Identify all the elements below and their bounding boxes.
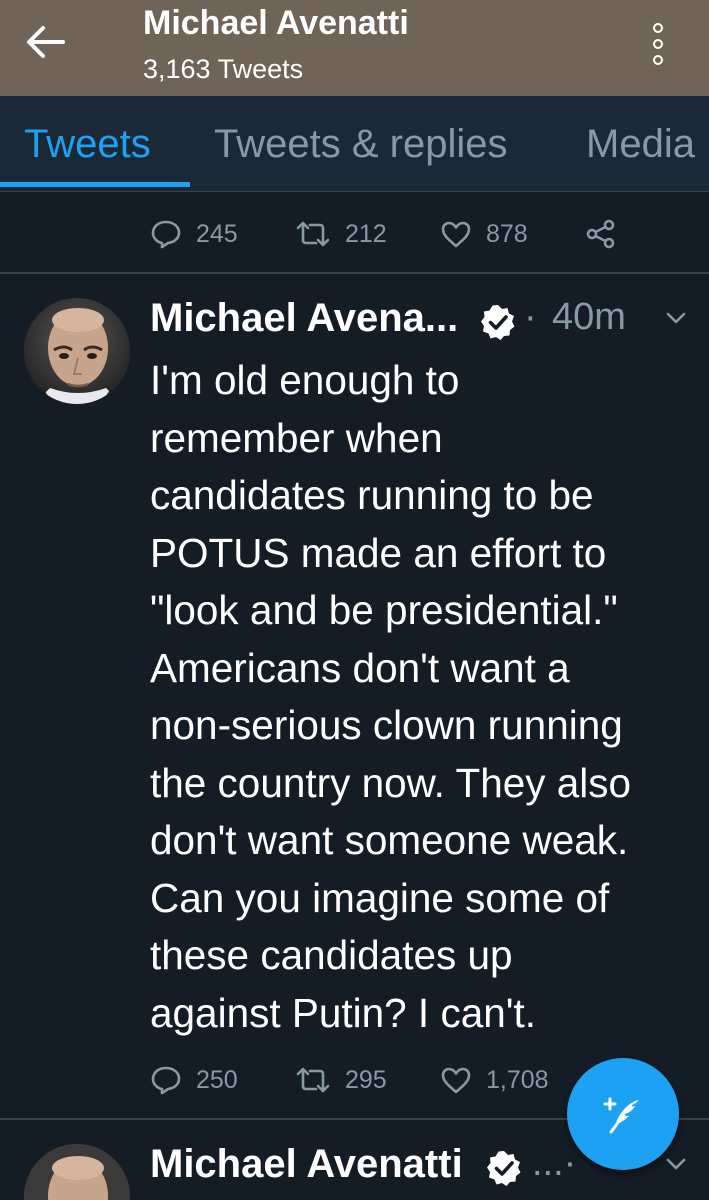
- tweet-count: 3,163 Tweets: [143, 54, 304, 84]
- tweet-divider: [0, 272, 709, 274]
- like-count: 878: [486, 219, 528, 248]
- back-button[interactable]: [18, 20, 72, 64]
- tweet-actions: 245 212 878: [150, 214, 650, 254]
- more-dot: [653, 23, 663, 33]
- reply-icon: [151, 1066, 181, 1095]
- heart-icon: [441, 221, 471, 248]
- chevron-down-icon[interactable]: [664, 1154, 688, 1174]
- compose-tweet-button[interactable]: [567, 1058, 679, 1170]
- tweet-author-name[interactable]: Michael Avena...: [150, 296, 458, 341]
- compose-tweet-icon: [603, 1097, 639, 1134]
- tweet-separator: ·: [524, 296, 537, 338]
- reply-count: 245: [196, 219, 238, 248]
- profile-header: Michael Avenatti 3,163 Tweets: [0, 0, 709, 96]
- reply-count: 250: [196, 1065, 238, 1094]
- retweet-button[interactable]: 295: [295, 1060, 387, 1100]
- avatar-image: [24, 298, 130, 404]
- avatar[interactable]: [24, 1144, 130, 1200]
- avatar-image: [24, 1144, 130, 1200]
- profile-name-title: Michael Avenatti: [143, 4, 409, 42]
- arrow-left-icon: [27, 26, 65, 58]
- retweet-icon: [296, 221, 330, 247]
- share-button[interactable]: [585, 214, 617, 254]
- more-dot: [653, 55, 663, 65]
- retweet-count: 212: [345, 219, 387, 248]
- tweet-separator: ...·: [532, 1142, 577, 1184]
- like-button[interactable]: 1,708: [440, 1060, 549, 1100]
- tab-tweets-and-replies[interactable]: Tweets & replies: [214, 122, 507, 167]
- heart-icon: [441, 1067, 471, 1094]
- share-icon: [586, 219, 615, 249]
- like-count: 1,708: [486, 1065, 549, 1094]
- reply-icon: [151, 220, 181, 249]
- retweet-count: 295: [345, 1065, 387, 1094]
- verified-badge-icon: [481, 305, 515, 340]
- retweet-button[interactable]: 212: [295, 214, 387, 254]
- verified-badge-icon: [487, 1151, 521, 1186]
- more-options-button[interactable]: [636, 16, 680, 72]
- tweet-timestamp[interactable]: 40m: [552, 296, 626, 339]
- reply-button[interactable]: 245: [150, 214, 238, 254]
- retweet-icon: [296, 1067, 330, 1093]
- tweet-feed[interactable]: 245 212 878 Michael Avena... · 40m I'm o…: [0, 192, 709, 1200]
- chevron-down-icon[interactable]: [664, 308, 688, 328]
- tweet-author-name[interactable]: Michael Avenatti: [150, 1142, 463, 1187]
- tab-tweets[interactable]: Tweets: [24, 122, 151, 167]
- tab-media[interactable]: Media: [586, 122, 695, 167]
- more-dot: [653, 39, 663, 49]
- active-tab-indicator: [0, 182, 190, 187]
- tweet-text: I'm old enough to remember when candidat…: [150, 357, 632, 1036]
- avatar[interactable]: [24, 298, 130, 404]
- profile-tabs: Tweets Tweets & replies Media: [0, 96, 709, 192]
- reply-button[interactable]: 250: [150, 1060, 238, 1100]
- like-button[interactable]: 878: [440, 214, 528, 254]
